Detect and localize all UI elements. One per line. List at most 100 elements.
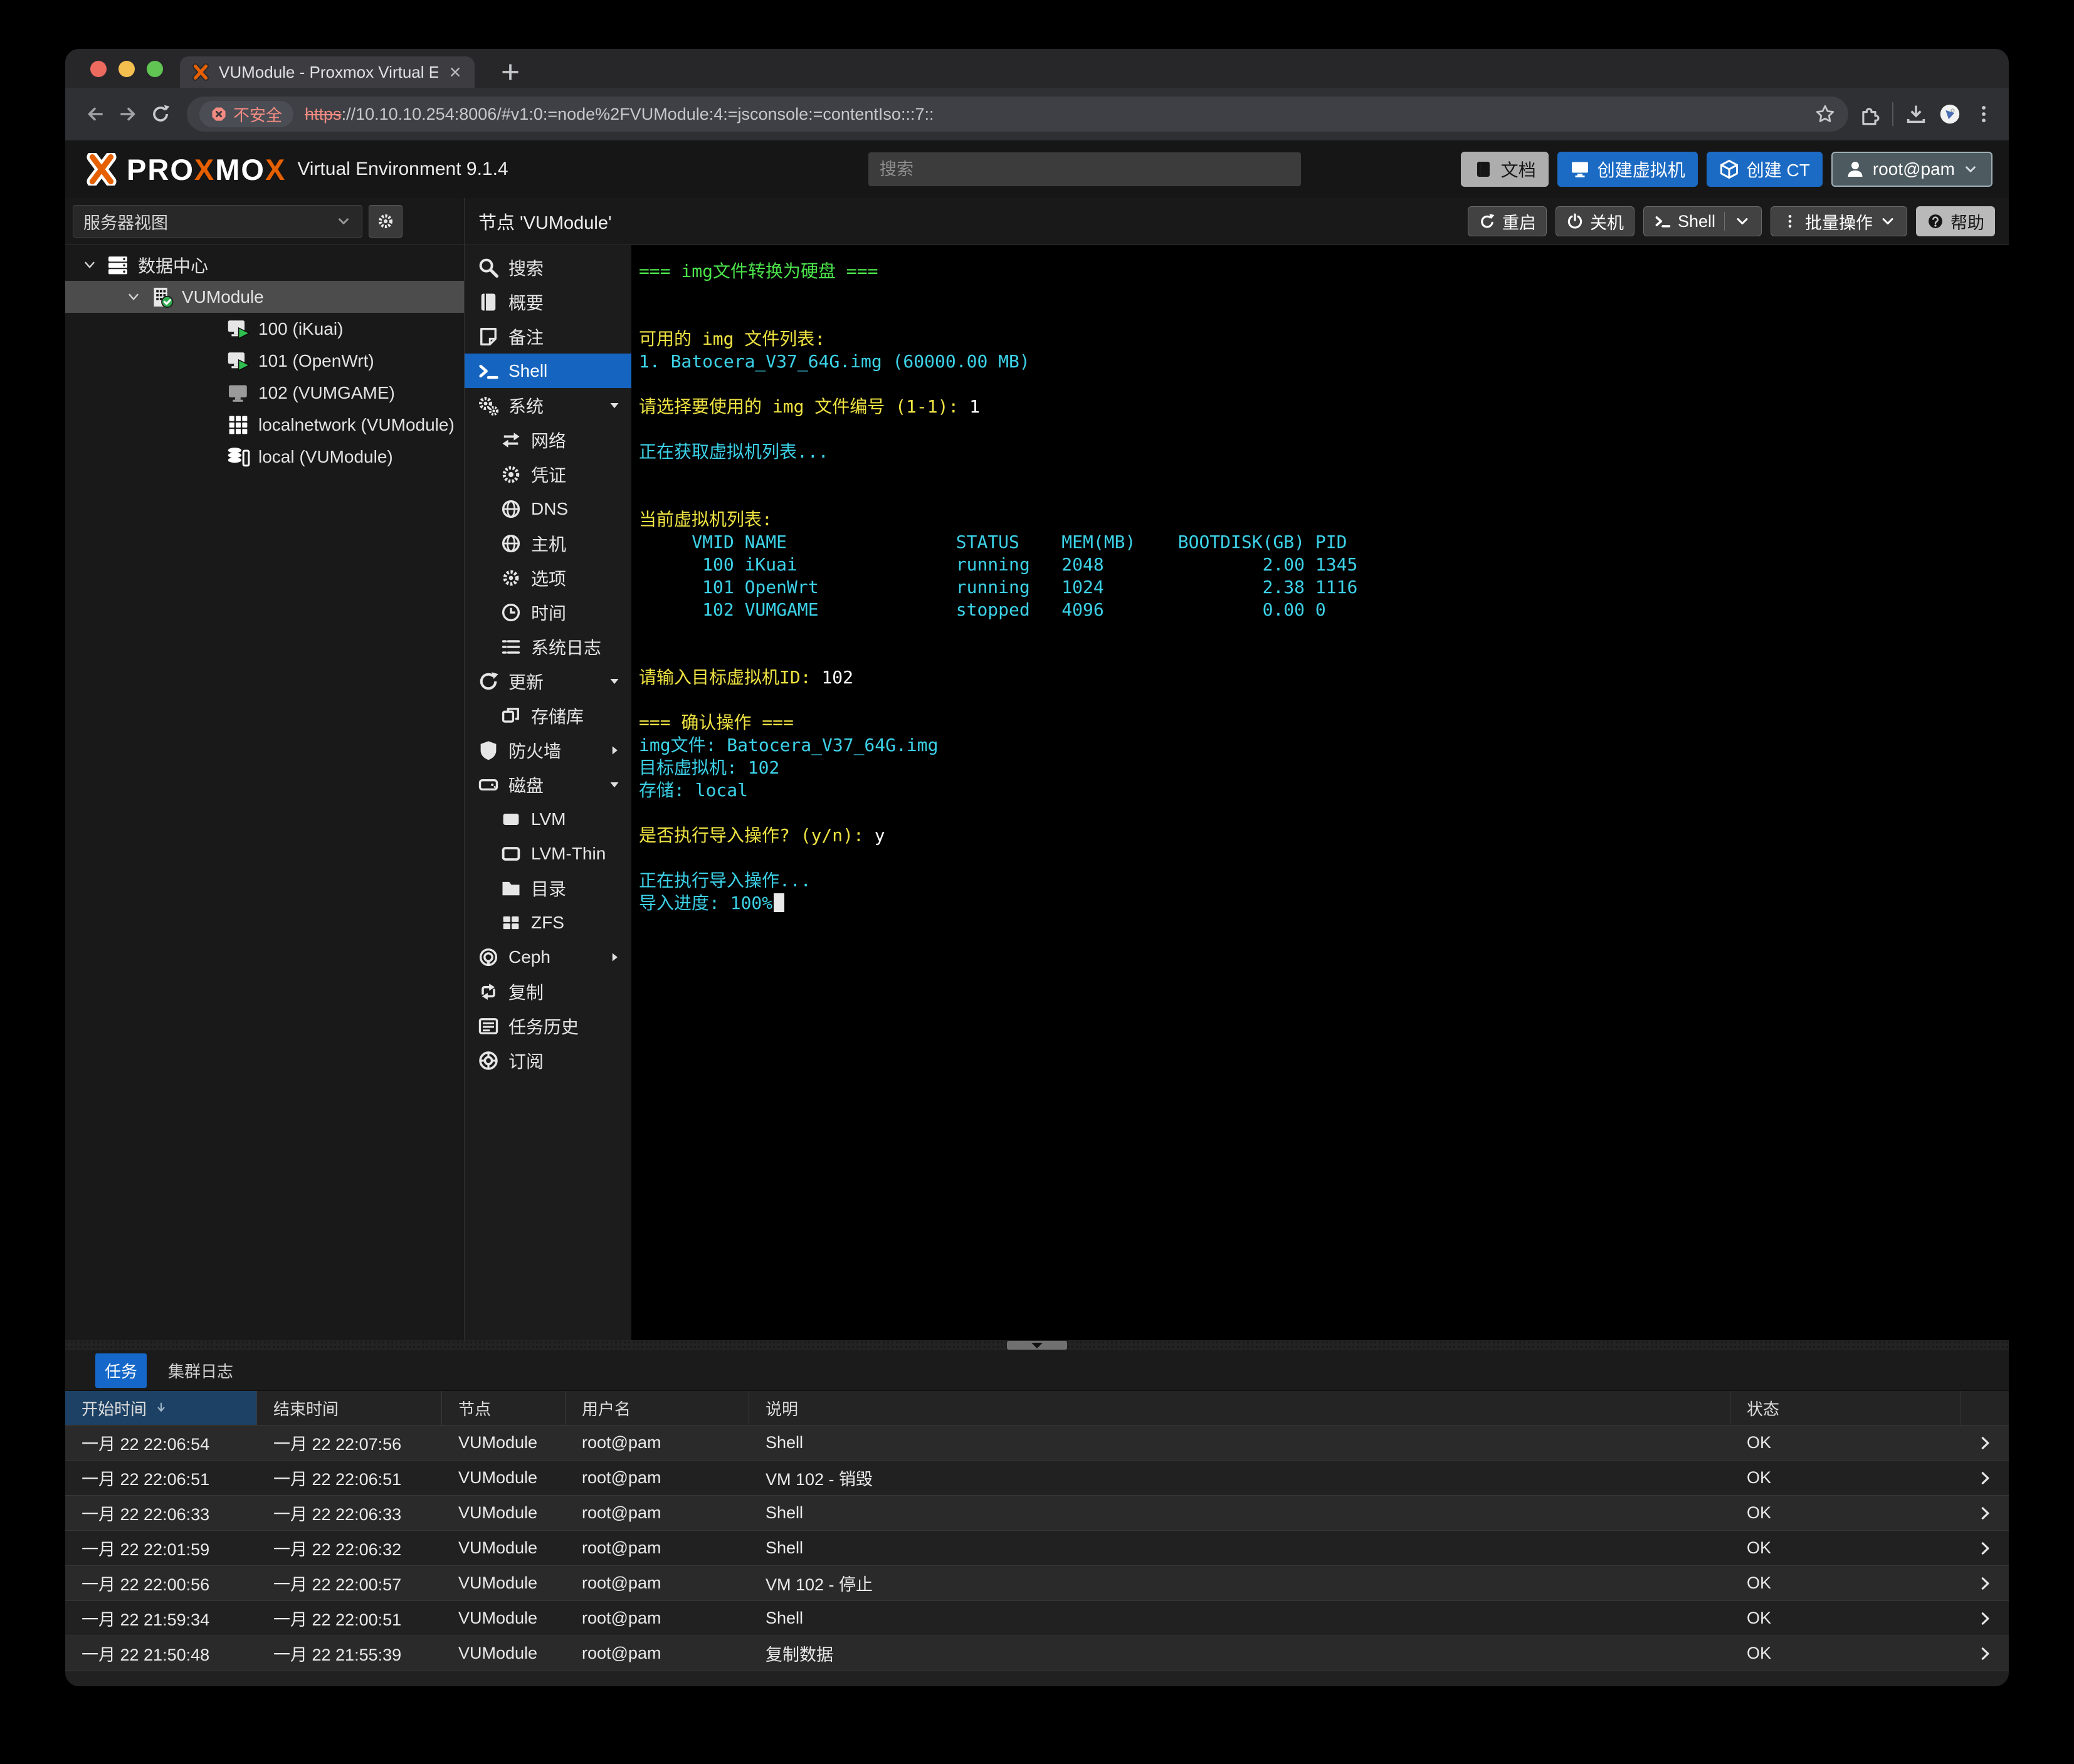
downloads-icon[interactable] (1905, 103, 1927, 125)
minimize-window-button[interactable] (118, 61, 135, 77)
table-cell: 一月 22 22:07:56 (257, 1425, 442, 1460)
tree-item-datacenter[interactable]: 数据中心 (65, 249, 464, 281)
menu-item-repositories[interactable]: 存储库 (465, 698, 631, 733)
tri-right-icon[interactable] (606, 949, 623, 965)
menu-item-disks[interactable]: 磁盘 (465, 767, 631, 802)
row-expand-button[interactable] (1961, 1425, 2009, 1460)
row-expand-button[interactable] (1961, 1531, 2009, 1565)
security-chip[interactable]: 不安全 (199, 101, 293, 127)
tree-item-vm-100[interactable]: 100 (iKuai) (65, 313, 464, 345)
reload-button[interactable] (144, 98, 177, 130)
caret-down-icon[interactable] (82, 257, 98, 273)
menu-item-hosts[interactable]: 主机 (465, 526, 631, 560)
close-tab-icon[interactable] (447, 64, 463, 80)
menu-item-subscription[interactable]: 订阅 (465, 1043, 631, 1078)
new-tab-button[interactable] (498, 60, 523, 85)
menu-item-lvm[interactable]: LVM (465, 802, 631, 836)
table-cell: 一月 22 22:06:54 (65, 1425, 257, 1460)
menu-item-time[interactable]: 时间 (465, 595, 631, 629)
tree-item-label: 102 (VUMGAME) (258, 383, 395, 403)
row-expand-button[interactable] (1961, 1636, 2009, 1671)
tree-item-vm-102[interactable]: 102 (VUMGAME) (65, 377, 464, 409)
bulk-actions-button[interactable]: 批量操作 (1771, 206, 1907, 236)
menu-item-directory[interactable]: 目录 (465, 871, 631, 905)
menu-item-options[interactable]: 选项 (465, 560, 631, 595)
row-expand-button[interactable] (1961, 1566, 2009, 1600)
help-button[interactable]: 帮助 (1916, 206, 1995, 236)
table-row[interactable]: 一月 22 21:59:34一月 22 22:00:51VUModuleroot… (65, 1601, 2009, 1636)
menu-item-firewall[interactable]: 防火墙 (465, 733, 631, 767)
shell-dropdown-button[interactable]: Shell (1643, 206, 1762, 236)
menu-item-zfs[interactable]: ZFS (465, 905, 631, 940)
extensions-icon[interactable] (1858, 103, 1881, 125)
menu-item-ceph[interactable]: Ceph (465, 940, 631, 974)
tri-down-icon[interactable] (606, 777, 623, 793)
documentation-button[interactable]: 文档 (1461, 152, 1549, 187)
column-header-2[interactable]: 结束时间 (257, 1391, 442, 1425)
menu-item-search[interactable]: 搜索 (465, 250, 631, 285)
shutdown-button[interactable]: 关机 (1556, 206, 1634, 236)
tab-cluster-log[interactable]: 集群日志 (168, 1359, 233, 1382)
create-ct-button[interactable]: 创建 CT (1707, 152, 1823, 187)
browser-tab[interactable]: VUModule - Proxmox Virtual E (180, 56, 475, 88)
menu-item-syslog[interactable]: 系统日志 (465, 629, 631, 664)
menu-item-dns[interactable]: DNS (465, 491, 631, 526)
back-button[interactable] (79, 98, 112, 130)
vm-running-icon (226, 317, 251, 342)
table-row[interactable]: 一月 22 22:06:54一月 22 22:07:56VUModuleroot… (65, 1425, 2009, 1461)
table-row[interactable]: 一月 22 21:50:48一月 22 21:55:39VUModuleroot… (65, 1636, 2009, 1671)
maximize-window-button[interactable] (147, 61, 163, 77)
view-selector[interactable]: 服务器视图 (73, 205, 362, 238)
row-expand-button[interactable] (1961, 1601, 2009, 1635)
tri-down-icon[interactable] (606, 673, 623, 690)
table-row[interactable]: 一月 22 22:06:33一月 22 22:06:33VUModuleroot… (65, 1496, 2009, 1531)
menu-item-system[interactable]: 系统 (465, 388, 631, 423)
menu-item-updates[interactable]: 更新 (465, 664, 631, 698)
create-vm-button[interactable]: 创建虚拟机 (1557, 152, 1698, 187)
user-menu-button[interactable]: root@pam (1831, 152, 1992, 187)
column-header-6[interactable]: 状态 (1730, 1391, 1961, 1425)
tree-item-local-storage[interactable]: local (VUModule) (65, 441, 464, 473)
panel-splitter[interactable] (65, 1340, 2009, 1350)
table-row-partial[interactable] (65, 1671, 2009, 1686)
node-actions: 重启 关机 Shell 批量操作 (1468, 206, 1995, 236)
table-cell: OK (1730, 1566, 1961, 1600)
menu-item-summary[interactable]: 概要 (465, 285, 631, 319)
table-row[interactable]: 一月 22 22:01:59一月 22 22:06:32VUModuleroot… (65, 1531, 2009, 1566)
tree-item-localnetwork[interactable]: localnetwork (VUModule) (65, 409, 464, 441)
caret-down-icon[interactable] (125, 289, 142, 305)
tree-settings-button[interactable] (369, 205, 403, 238)
column-header-1[interactable]: 开始时间 (65, 1391, 257, 1425)
row-expand-button[interactable] (1961, 1461, 2009, 1495)
shell-terminal[interactable]: === img文件转换为硬盘 ===可用的 img 文件列表:1. Batoce… (631, 245, 2009, 1340)
table-cell: 一月 22 22:06:51 (65, 1461, 257, 1495)
column-header-5[interactable]: 说明 (749, 1391, 1730, 1425)
menu-item-replication[interactable]: 复制 (465, 974, 631, 1009)
search-input[interactable] (868, 152, 1301, 186)
tri-down-icon[interactable] (606, 397, 623, 414)
menu-item-lvm-thin[interactable]: LVM-Thin (465, 836, 631, 871)
table-cell: Shell (749, 1531, 1730, 1565)
browser-menu-icon[interactable] (1972, 103, 1995, 125)
menu-item-network[interactable]: 网络 (465, 423, 631, 457)
menu-item-shell[interactable]: Shell (465, 354, 631, 388)
close-window-button[interactable] (90, 61, 107, 77)
bookmark-star-icon[interactable] (1814, 103, 1836, 125)
menu-item-certificates[interactable]: 凭证 (465, 457, 631, 491)
restart-button[interactable]: 重启 (1468, 206, 1547, 236)
splitter-handle[interactable] (1007, 1341, 1067, 1350)
row-expand-button[interactable] (1961, 1496, 2009, 1530)
table-row[interactable]: 一月 22 22:00:56一月 22 22:00:57VUModuleroot… (65, 1566, 2009, 1601)
tab-tasks[interactable]: 任务 (95, 1353, 147, 1388)
menu-item-task-history[interactable]: 任务历史 (465, 1009, 631, 1043)
menu-item-notes[interactable]: 备注 (465, 319, 631, 354)
column-header-4[interactable]: 用户名 (566, 1391, 749, 1425)
table-row[interactable]: 一月 22 22:06:51一月 22 22:06:51VUModuleroot… (65, 1461, 2009, 1496)
tree-item-node-vumodule[interactable]: VUModule (65, 281, 464, 313)
column-header-3[interactable]: 节点 (442, 1391, 566, 1425)
address-bar[interactable]: 不安全 https://10.10.10.254:8006/#v1:0:=nod… (187, 97, 1848, 132)
tree-item-vm-101[interactable]: 101 (OpenWrt) (65, 345, 464, 377)
tri-right-icon[interactable] (606, 742, 623, 759)
forward-button[interactable] (112, 98, 144, 130)
profile-avatar[interactable] (1939, 103, 1961, 125)
